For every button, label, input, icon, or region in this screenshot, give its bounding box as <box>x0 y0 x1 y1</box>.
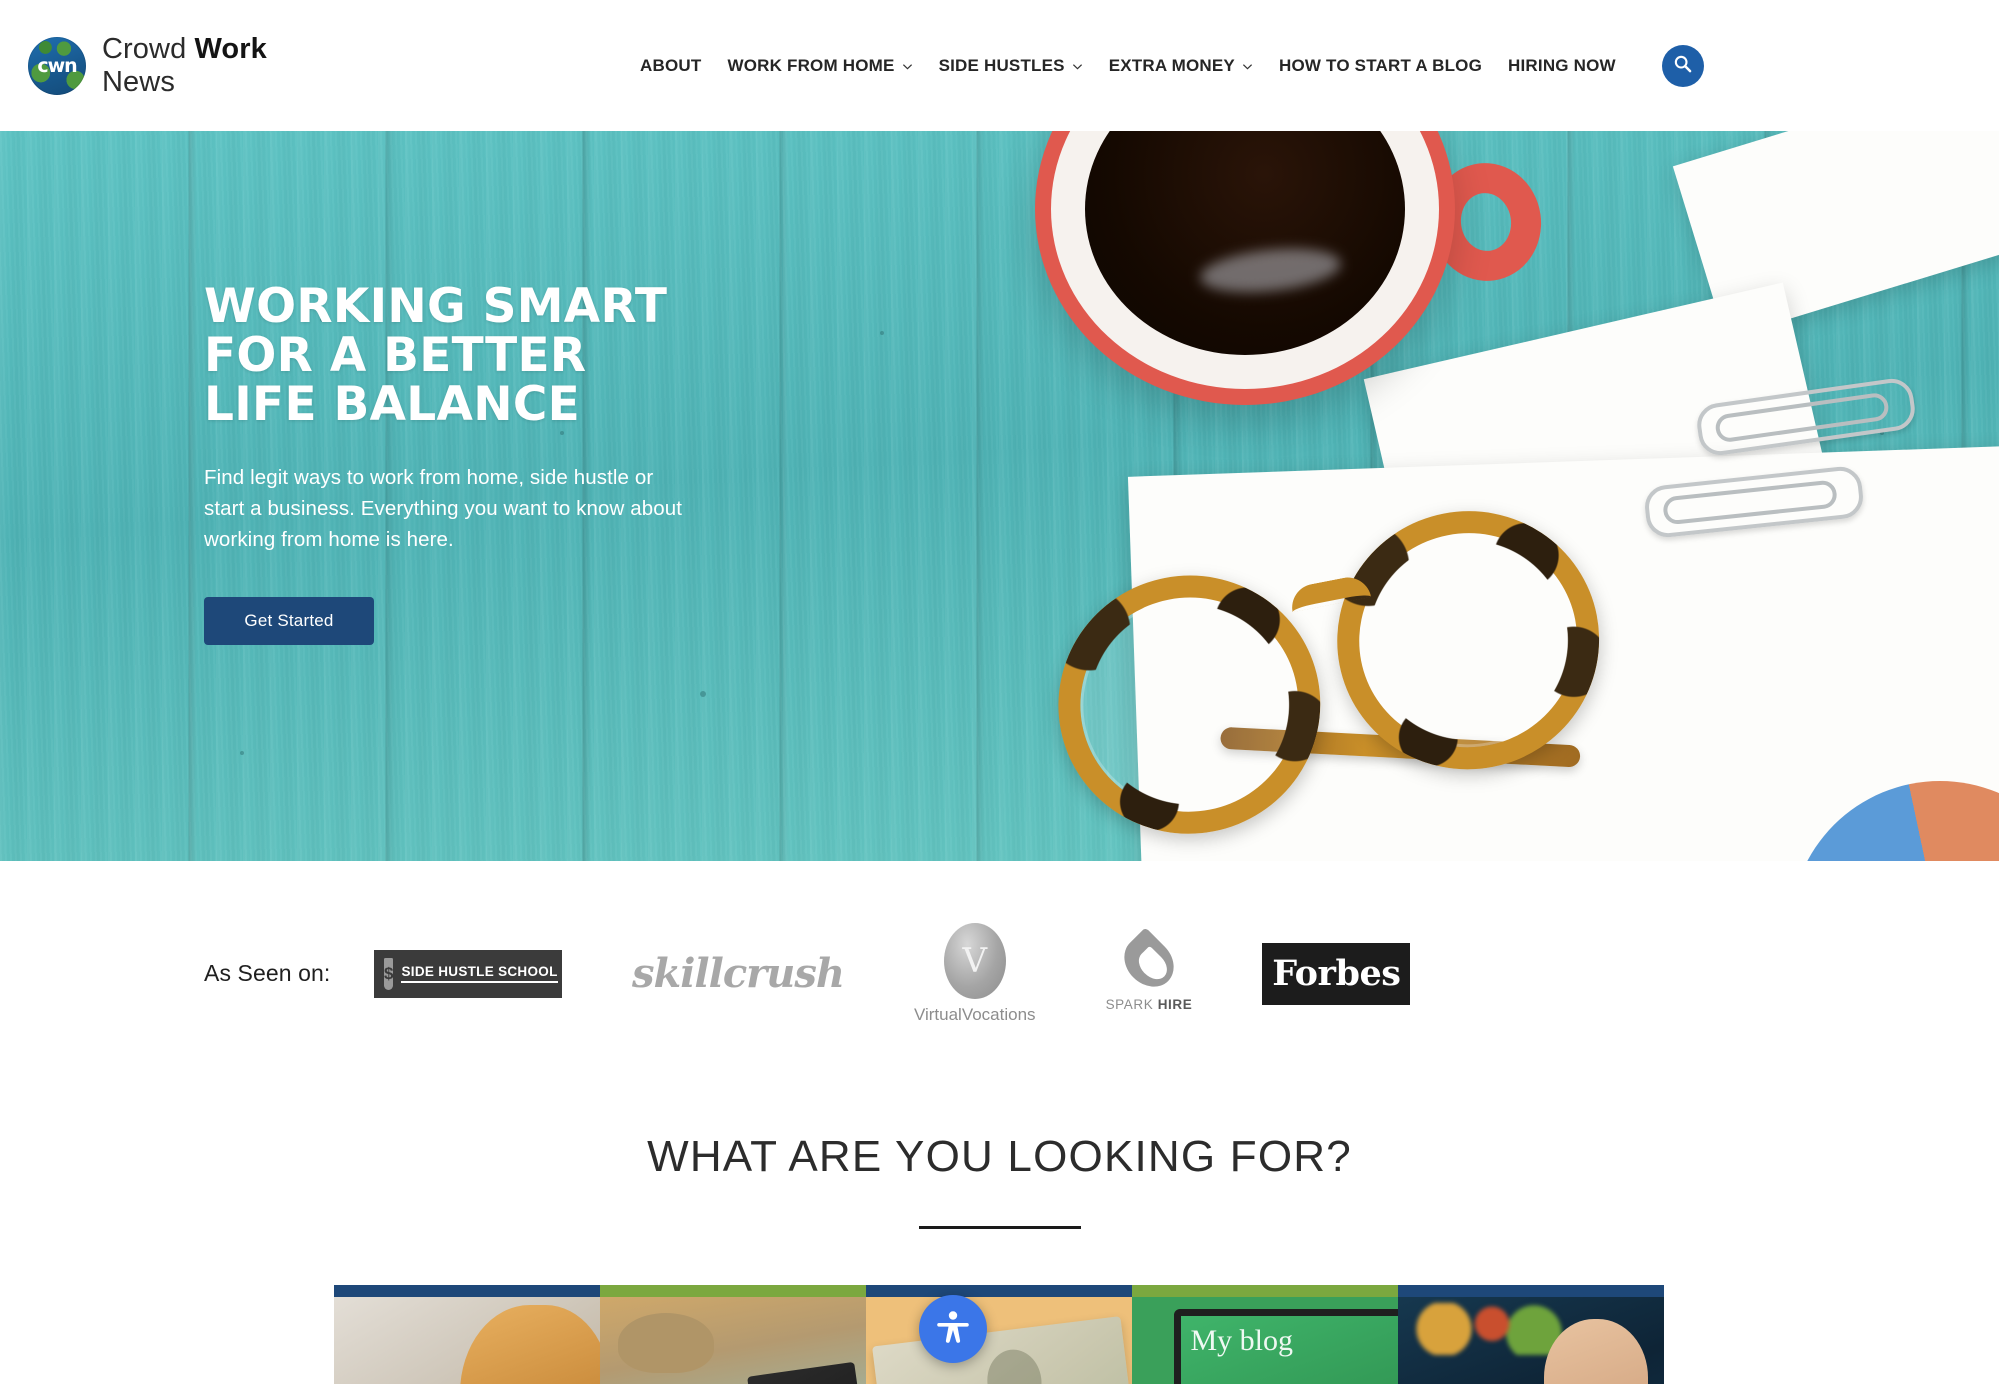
coffee-mug-graphic <box>1035 131 1549 433</box>
logo-text-virtual: Virtual <box>913 1004 962 1024</box>
card-top-bar <box>1397 1285 1664 1297</box>
nav-label-work-from-home: WORK FROM HOME <box>727 55 895 75</box>
logo-text-skillcrush: skillcrush <box>632 950 845 997</box>
my-blog-text: My blog <box>1190 1324 1294 1357</box>
category-card-work-from-home[interactable] <box>333 1285 600 1384</box>
globe-icon: cwn <box>28 36 86 95</box>
logo-spark-hire[interactable]: SPARK HIRE <box>1105 927 1193 1012</box>
section-title: WHAT ARE YOU LOOKING FOR? <box>647 1132 1352 1181</box>
logo-text-vocations: Vocations <box>961 1004 1036 1024</box>
card-thumbnail <box>333 1297 600 1384</box>
brand-name: Crowd Work News <box>102 33 267 98</box>
person-graphic <box>1543 1319 1648 1384</box>
site-logo[interactable]: cwn Crowd Work News <box>28 33 267 98</box>
chevron-down-icon <box>902 61 913 72</box>
accessibility-person-icon <box>933 1307 973 1352</box>
nav-item-extra-money[interactable]: EXTRA MONEY <box>1109 56 1253 76</box>
card-top-bar <box>599 1285 866 1297</box>
card-thumbnail <box>599 1297 866 1384</box>
chevron-down-icon <box>1072 61 1083 72</box>
brand-word-news: News <box>102 65 175 98</box>
dollar-bill-graphic <box>871 1316 1132 1384</box>
nav-label-about: ABOUT <box>640 55 702 75</box>
hero-section: WORKING SMART FOR A BETTER LIFE BALANCE … <box>0 131 1999 861</box>
card-thumbnail <box>865 1297 1132 1384</box>
mug-body <box>1035 131 1455 405</box>
site-header: cwn Crowd Work News ABOUT WORK FROM HOME… <box>0 0 1999 131</box>
press-logos-list: $ SIDE HUSTLE SCHOOL skillcrush V Virtua… <box>374 922 1411 1025</box>
laptop-screen-graphic: My blog <box>1173 1309 1398 1384</box>
search-icon <box>1673 54 1692 78</box>
nav-item-how-to-start-a-blog[interactable]: HOW TO START A BLOG <box>1279 56 1482 76</box>
wood-speck <box>880 331 884 335</box>
as-seen-on-section: As Seen on: $ SIDE HUSTLE SCHOOL skillcr… <box>0 861 1999 1086</box>
card-top-bar <box>333 1285 600 1297</box>
category-card-extra-money[interactable] <box>865 1285 1132 1384</box>
title-divider <box>918 1226 1081 1229</box>
category-card-side-hustles[interactable] <box>599 1285 866 1384</box>
nav-label-extra-money: EXTRA MONEY <box>1108 55 1235 75</box>
card-top-bar <box>1131 1285 1398 1297</box>
category-card-start-a-blog[interactable]: My blog <box>1131 1285 1398 1384</box>
nav-label-how-to-start-a-blog: HOW TO START A BLOG <box>1278 55 1483 75</box>
category-cards: My blog <box>333 1285 1666 1384</box>
brand-word-work: Work <box>194 33 267 66</box>
get-started-button[interactable]: Get Started <box>204 597 374 646</box>
logo-side-hustle-school[interactable]: $ SIDE HUSTLE SCHOOL <box>374 949 562 998</box>
brand-word-crowd: Crowd <box>102 33 195 66</box>
nav-item-work-from-home[interactable]: WORK FROM HOME <box>727 56 912 76</box>
logo-skillcrush[interactable]: skillcrush <box>632 950 845 997</box>
nav-item-hiring-now[interactable]: HIRING NOW <box>1508 56 1616 76</box>
accessibility-widget-button[interactable] <box>919 1295 987 1363</box>
main-navigation: ABOUT WORK FROM HOME SIDE HUSTLES EXTRA … <box>640 0 1704 131</box>
nav-item-side-hustles[interactable]: SIDE HUSTLES <box>939 56 1083 76</box>
vv-letter: V <box>962 940 988 981</box>
logo-text-spark: SPARK <box>1105 997 1158 1012</box>
card-thumbnail <box>1397 1297 1664 1384</box>
card-thumbnail: My blog <box>1131 1297 1398 1384</box>
as-seen-on-label: As Seen on: <box>204 960 331 986</box>
hero-subtitle: Find legit ways to work from home, side … <box>204 465 683 551</box>
coffee-highlight <box>1198 242 1343 298</box>
hero-content: WORKING SMART FOR A BETTER LIFE BALANCE … <box>0 131 700 646</box>
logo-text-side-hustle-school: SIDE HUSTLE SCHOOL <box>401 964 558 983</box>
wood-speck <box>240 751 244 755</box>
nav-label-hiring-now: HIRING NOW <box>1508 55 1616 75</box>
logo-text-hire: HIRE <box>1157 997 1193 1012</box>
logo-forbes[interactable]: Forbes <box>1262 942 1411 1005</box>
coffee-liquid <box>1085 131 1405 355</box>
nav-item-about[interactable]: ABOUT <box>640 56 701 76</box>
card-top-bar <box>865 1285 1132 1297</box>
search-button[interactable] <box>1661 44 1704 87</box>
chevron-down-icon <box>1242 61 1253 72</box>
vv-oval-icon: V <box>943 922 1006 999</box>
hero-title: WORKING SMART FOR A BETTER LIFE BALANCE <box>204 279 668 432</box>
logo-mark-text: cwn <box>37 54 77 77</box>
looking-for-section: WHAT ARE YOU LOOKING FOR? My blog <box>0 1086 1999 1384</box>
nav-label-side-hustles: SIDE HUSTLES <box>938 55 1065 75</box>
logo-virtual-vocations[interactable]: V VirtualVocations <box>913 922 1036 1025</box>
mug-rim <box>1051 131 1439 389</box>
category-card-hiring-now[interactable] <box>1397 1285 1664 1384</box>
shield-dollar-icon: $ <box>384 957 394 990</box>
wood-speck <box>700 691 706 697</box>
logo-text-forbes: Forbes <box>1272 953 1401 994</box>
flame-icon <box>1114 927 1184 997</box>
